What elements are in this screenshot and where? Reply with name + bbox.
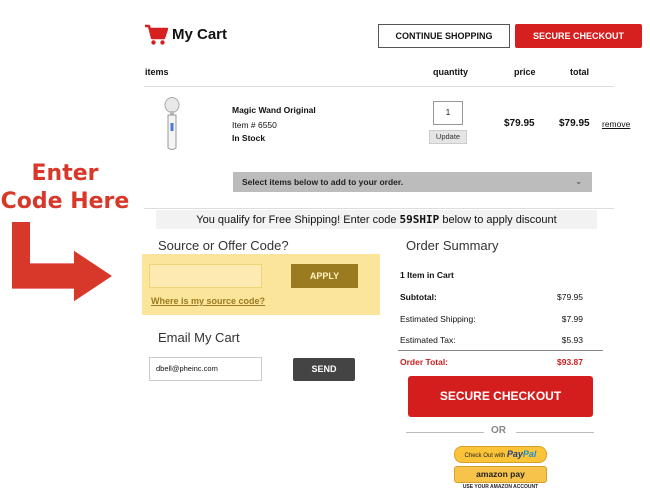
- column-header-price: price: [514, 67, 536, 77]
- column-header-quantity: quantity: [433, 67, 468, 77]
- shipping-label: Estimated Shipping:: [400, 314, 476, 324]
- update-quantity-button[interactable]: Update: [429, 130, 467, 144]
- secure-checkout-button[interactable]: SECURE CHECKOUT: [408, 376, 593, 417]
- summary-divider: [398, 350, 603, 351]
- source-code-heading: Source or Offer Code?: [158, 238, 289, 253]
- section-divider: [144, 208, 614, 209]
- summary-total-row: Order Total: $93.87: [400, 357, 583, 367]
- paypal-prefix: Check Out with: [464, 453, 506, 459]
- source-code-input[interactable]: [149, 264, 262, 288]
- tax-label: Estimated Tax:: [400, 335, 456, 345]
- header-divider: [144, 86, 614, 87]
- continue-shopping-button[interactable]: CONTINUE SHOPPING: [378, 24, 510, 48]
- free-shipping-text-after: below to apply discount: [439, 214, 557, 226]
- paypal-checkout-button[interactable]: Check Out with PayPal: [454, 446, 547, 463]
- chevron-down-icon: ⌄: [575, 177, 582, 186]
- shipping-value: $7.99: [561, 314, 583, 324]
- item-number: Item # 6550: [232, 120, 277, 130]
- enter-code-annotation: Enter Code Here: [0, 160, 130, 216]
- paypal-brand-b: Pal: [522, 449, 537, 459]
- annotation-line-1: Enter: [31, 161, 99, 186]
- summary-tax-row: Estimated Tax: $5.93: [400, 335, 583, 345]
- free-shipping-code: 59SHIP: [399, 213, 440, 226]
- subtotal-value: $79.95: [557, 292, 583, 302]
- shopping-cart-icon: [145, 24, 168, 45]
- item-price: $79.95: [504, 118, 535, 129]
- tax-value: $5.93: [561, 335, 583, 345]
- arrow-right-icon: [12, 222, 112, 302]
- source-code-help-link[interactable]: Where is my source code?: [151, 296, 265, 306]
- addon-items-dropdown[interactable]: Select items below to add to your order.…: [233, 172, 592, 192]
- amazon-pay-subtitle: USE YOUR AMAZON ACCOUNT: [462, 484, 539, 490]
- summary-shipping-row: Estimated Shipping: $7.99: [400, 314, 583, 324]
- free-shipping-text-before: You qualify for Free Shipping! Enter cod…: [196, 214, 400, 226]
- amazon-pay-button[interactable]: amazon pay: [454, 466, 547, 483]
- annotation-line-2: Code Here: [0, 189, 130, 214]
- page-title: My Cart: [172, 26, 228, 43]
- column-header-total: total: [570, 67, 589, 77]
- item-name[interactable]: Magic Wand Original: [232, 105, 316, 115]
- subtotal-label: Subtotal:: [400, 292, 437, 302]
- quantity-input[interactable]: 1: [433, 101, 463, 125]
- or-divider-right: [516, 432, 594, 433]
- order-total-label: Order Total:: [400, 357, 449, 367]
- item-total: $79.95: [559, 118, 590, 129]
- paypal-logo: PayPal: [507, 449, 537, 459]
- summary-item-count: 1 Item in Cart: [400, 270, 454, 280]
- column-header-items: items: [145, 67, 169, 77]
- send-email-button[interactable]: SEND: [293, 358, 355, 381]
- product-image: [164, 97, 180, 150]
- order-total-value: $93.87: [557, 357, 583, 367]
- item-stock-status: In Stock: [232, 133, 266, 143]
- or-divider-left: [406, 432, 484, 433]
- remove-item-link[interactable]: remove: [602, 119, 630, 129]
- order-summary-heading: Order Summary: [406, 238, 499, 253]
- secure-checkout-top-button[interactable]: SECURE CHECKOUT: [515, 24, 642, 48]
- summary-subtotal-row: Subtotal: $79.95: [400, 292, 583, 302]
- email-cart-heading: Email My Cart: [158, 330, 240, 345]
- or-label: OR: [491, 425, 506, 436]
- addon-dropdown-label: Select items below to add to your order.: [242, 177, 404, 187]
- email-field[interactable]: dbell@pheinc.com: [149, 357, 262, 381]
- free-shipping-banner: You qualify for Free Shipping! Enter cod…: [156, 210, 597, 229]
- paypal-brand-a: Pay: [506, 449, 523, 459]
- apply-code-button[interactable]: APPLY: [291, 264, 358, 288]
